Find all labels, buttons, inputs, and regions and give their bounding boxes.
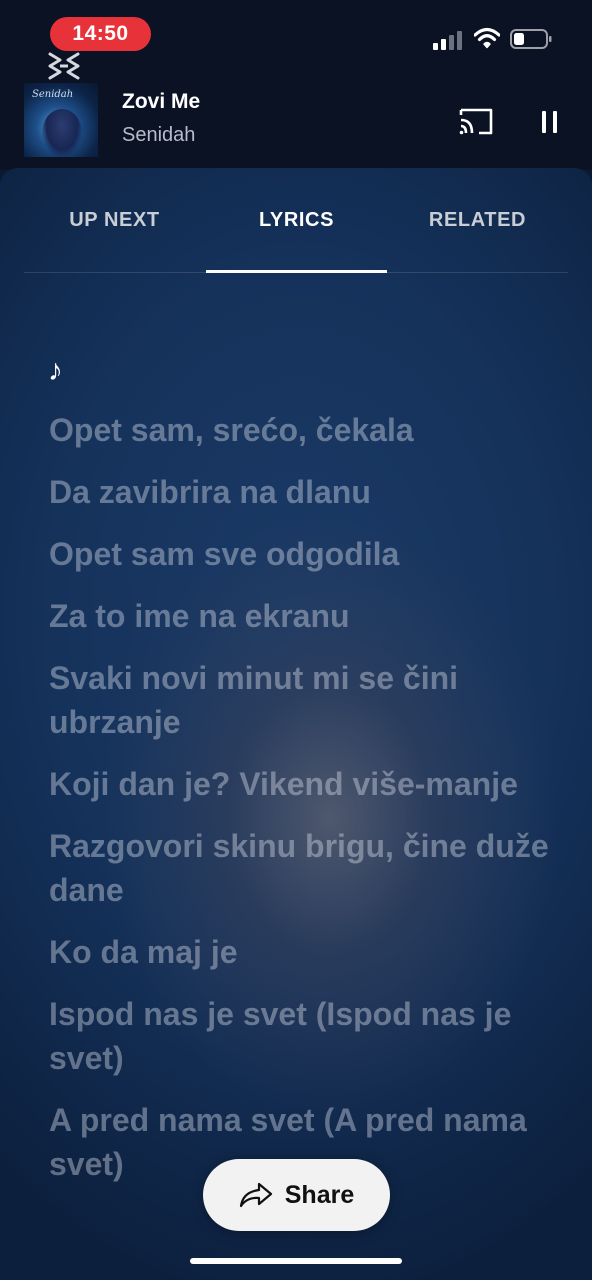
lyric-line: Koji dan je? Vikend više-manje <box>49 766 518 802</box>
lyric-line: Ko da maj je <box>49 934 238 970</box>
pause-icon-bar <box>541 111 546 133</box>
tab-related[interactable]: RELATED <box>387 168 568 272</box>
song-title[interactable]: Zovi Me <box>122 90 200 114</box>
lyric-line: Za to ime na ekranu <box>49 598 350 634</box>
tab-up-next[interactable]: UP NEXT <box>24 168 205 272</box>
share-arrow-icon <box>239 1182 272 1208</box>
music-note-icon: ♪ <box>48 354 63 387</box>
tab-lyrics[interactable]: LYRICS <box>206 168 387 272</box>
lyrics-list[interactable]: Opet sam, srećo, čekala Da zavibrira na … <box>49 408 549 1204</box>
cellular-signal-icon <box>433 31 462 50</box>
now-playing-bar[interactable]: Senidah Zovi Me Senidah <box>0 52 592 170</box>
lyric-line: Opet sam sve odgodila <box>49 536 400 572</box>
status-time: 14:50 <box>72 22 129 45</box>
song-artist[interactable]: Senidah <box>122 124 195 147</box>
album-art[interactable]: Senidah <box>24 83 98 157</box>
tab-bar: UP NEXT LYRICS RELATED <box>24 168 568 273</box>
share-button[interactable]: Share <box>203 1159 390 1231</box>
time-pill[interactable]: 14:50 <box>50 17 151 51</box>
lyric-line: Ispod nas je svet (Ispod nas je svet) <box>49 996 512 1076</box>
lyric-line: Razgovori skinu brigu, čine duže dane <box>49 828 549 908</box>
pause-icon-bar <box>552 111 557 133</box>
album-art-figure <box>42 109 82 157</box>
lyrics-panel: UP NEXT LYRICS RELATED ♪ Opet sam, srećo… <box>0 168 592 1280</box>
lyric-line: Da zavibrira na dlanu <box>49 474 371 510</box>
share-label: Share <box>284 1180 355 1209</box>
wifi-icon <box>474 27 500 49</box>
status-bar: 14:50 <box>0 0 592 70</box>
lyric-line: Svaki novi minut mi se čini ubrzanje <box>49 660 459 740</box>
home-indicator[interactable] <box>190 1258 402 1264</box>
album-art-script: Senidah <box>32 89 74 100</box>
pause-button[interactable] <box>532 108 566 136</box>
active-tab-indicator <box>206 270 387 273</box>
lyric-line: Opet sam, srećo, čekala <box>49 412 414 448</box>
cast-icon[interactable] <box>458 106 494 136</box>
capcut-logo-icon <box>48 52 80 80</box>
battery-icon <box>510 29 552 49</box>
